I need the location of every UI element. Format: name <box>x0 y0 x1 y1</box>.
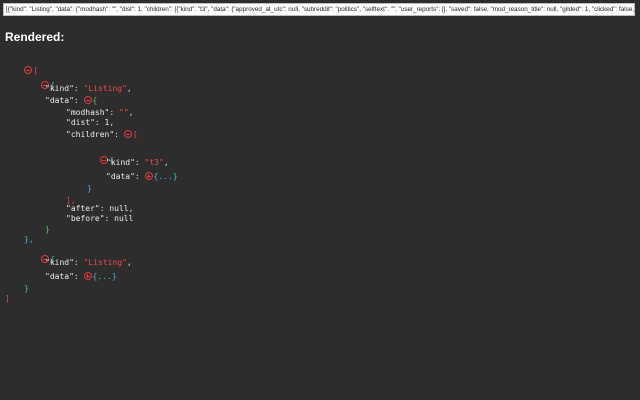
tree-line-listing2-open: { <box>22 245 55 264</box>
tree-line-root-open: [ <box>5 56 38 75</box>
tree-line-child-open: { <box>81 146 114 165</box>
value-listing: "Listing" <box>83 258 127 267</box>
comma: , <box>163 158 169 167</box>
colon: : <box>134 158 145 167</box>
comma: , <box>128 108 134 117</box>
colon: : <box>73 258 84 267</box>
json-tree: [ { "kind": "Listing", "data": { "modhas… <box>0 0 640 400</box>
colon: : <box>99 204 110 213</box>
key-kind: "kind" <box>45 84 74 93</box>
value-listing: "Listing" <box>83 84 127 93</box>
colon: : <box>73 272 84 281</box>
expand-toggle-icon[interactable] <box>83 272 92 280</box>
tree-line-listing1-open: { <box>22 71 55 90</box>
value-before: null <box>114 214 134 223</box>
tree-line-listing2-close: } <box>24 284 29 294</box>
collapse-toggle-icon[interactable] <box>123 130 132 138</box>
root-close-bracket: ] <box>5 294 10 303</box>
tree-line-dist: "dist": 1, <box>66 118 114 128</box>
colon: : <box>73 96 84 105</box>
listing1-close-brace: }, <box>24 235 34 244</box>
tree-line-listing1-data: "data": { <box>45 96 97 106</box>
colon: : <box>94 118 105 127</box>
colon: : <box>73 84 84 93</box>
value-t3: "t3" <box>144 158 164 167</box>
colon: : <box>134 172 145 181</box>
key-dist: "dist" <box>66 118 95 127</box>
tree-line-modhash: "modhash": "", <box>66 108 133 118</box>
tree-line-children: "children": [ <box>66 130 138 140</box>
tree-line-before: "before": null <box>66 214 133 224</box>
tree-line-child-data: "data": {...} <box>106 172 178 182</box>
children-open-bracket: [ <box>132 130 138 139</box>
tree-line-child-close: } <box>87 184 92 194</box>
tree-line-after: "after": null, <box>66 204 133 214</box>
tree-line-listing2-data: "data": {...} <box>45 272 117 282</box>
value-modhash: "" <box>119 108 129 117</box>
key-data: "data" <box>45 272 74 281</box>
key-after: "after" <box>66 204 100 213</box>
tree-line-listing2-kind: "kind": "Listing", <box>45 258 132 268</box>
comma: , <box>126 84 132 93</box>
tree-line-root-close: ] <box>5 294 10 304</box>
comma: , <box>109 118 115 127</box>
collapse-toggle-icon[interactable] <box>83 96 92 104</box>
key-before: "before" <box>66 214 105 223</box>
colon: : <box>114 130 124 139</box>
colon: : <box>104 214 115 223</box>
collapsed-object[interactable]: {...} <box>154 172 178 181</box>
key-data: "data" <box>45 96 74 105</box>
expand-toggle-icon[interactable] <box>144 172 153 180</box>
tree-line-listing1-kind: "kind": "Listing", <box>45 84 132 94</box>
key-children: "children" <box>66 130 115 139</box>
data-open-brace: { <box>92 96 98 105</box>
tree-line-child-kind: "kind": "t3", <box>106 158 169 168</box>
comma: , <box>126 258 132 267</box>
data-close-brace: } <box>45 225 50 234</box>
value-after: null <box>109 204 129 213</box>
listing2-close-brace: } <box>24 284 29 293</box>
tree-line-listing1-close: }, <box>24 235 34 245</box>
tree-line-data-close: } <box>45 225 50 235</box>
comma: , <box>128 204 134 213</box>
key-kind: "kind" <box>106 158 135 167</box>
key-modhash: "modhash" <box>66 108 110 117</box>
colon: : <box>109 108 119 117</box>
child-close-brace: } <box>87 184 92 193</box>
collapsed-object[interactable]: {...} <box>93 272 117 281</box>
key-kind: "kind" <box>45 258 74 267</box>
key-data: "data" <box>106 172 135 181</box>
